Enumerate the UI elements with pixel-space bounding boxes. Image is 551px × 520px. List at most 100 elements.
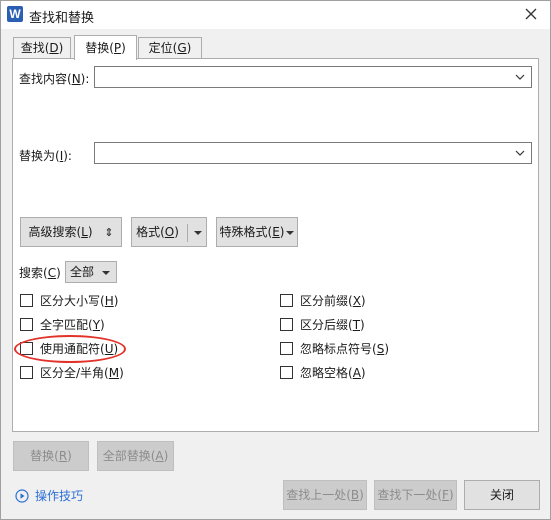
checkbox-whole-word[interactable]: 全字匹配(Y) [20, 317, 105, 333]
checkbox-match-prefix[interactable]: 区分前缀(X) [280, 293, 366, 309]
button-label: ) [87, 225, 93, 239]
checkbox-box[interactable] [280, 318, 293, 331]
button-label: ) [359, 488, 364, 502]
find-next-button[interactable]: 查找下一处(F) [374, 480, 457, 510]
checkbox-label: ) [360, 294, 366, 308]
close-icon [525, 8, 537, 20]
button-label: 查找上一处( [286, 488, 351, 502]
checkbox-box[interactable] [20, 366, 33, 379]
button-label: 特殊格式( [219, 225, 273, 239]
chevron-down-icon [515, 150, 525, 156]
checkbox-box[interactable] [280, 342, 293, 355]
tab-label: ) [58, 41, 64, 55]
close-button[interactable] [522, 5, 540, 23]
tab-label: ) [186, 41, 192, 55]
button-label: ) [174, 225, 179, 239]
checkbox-box[interactable] [280, 366, 293, 379]
checkbox-hotkey: M [108, 366, 120, 380]
label-hotkey: N [71, 72, 81, 86]
window-title: 查找和替换 [29, 11, 95, 26]
caret-down-icon [286, 230, 295, 235]
tab-hotkey: D [49, 41, 59, 55]
tab-label: 查找( [20, 41, 50, 55]
search-scope-select[interactable]: 全部 [65, 261, 117, 283]
checkbox-label: ) [360, 318, 365, 332]
find-previous-button[interactable]: 查找上一处(B) [283, 480, 367, 510]
button-label: ) [279, 225, 285, 239]
button-label: ) [67, 449, 72, 463]
button-hotkey: E [272, 225, 280, 239]
checkbox-ignore-punctuation[interactable]: 忽略标点符号(S) [280, 341, 389, 357]
title-bar: W 查找和替换 [1, 1, 550, 29]
button-label: 全部替换( [102, 449, 156, 463]
checkbox-match-suffix[interactable]: 区分后缀(T) [280, 317, 365, 333]
checkbox-label: 区分前缀( [300, 294, 353, 308]
replace-button[interactable]: 替换(R) [13, 441, 89, 471]
checkbox-hotkey: X [352, 294, 361, 308]
replace-with-label: 替换为(I): [19, 147, 72, 164]
checkbox-box[interactable] [20, 294, 33, 307]
button-hotkey: A [155, 449, 164, 463]
find-replace-dialog: W 查找和替换 查找(D) 替换(P) 定位(G) 查找内容(N): 替换为(I… [0, 0, 551, 520]
expand-collapse-icon: ⇕ [104, 226, 114, 239]
button-label: 格式( [136, 225, 165, 239]
checkbox-hotkey: H [104, 294, 114, 308]
button-label: 替换( [30, 449, 59, 463]
tab-goto[interactable]: 定位(G) [138, 37, 202, 58]
button-label: 关闭 [489, 488, 514, 502]
label-text: 搜索( [19, 266, 48, 280]
checkbox-label: 忽略空格( [300, 366, 353, 380]
checkbox-label: 忽略标点符号( [300, 342, 377, 356]
checkbox-box[interactable] [20, 318, 33, 331]
checkbox-label: 区分全/半角( [40, 366, 109, 380]
tab-label: ) [121, 41, 126, 55]
advanced-search-button[interactable]: 高级搜索(L) ⇕ [20, 217, 122, 247]
label-hotkey: C [47, 266, 57, 280]
find-what-label: 查找内容(N): [19, 70, 89, 87]
button-hotkey: O [164, 225, 175, 239]
wps-writer-icon: W [7, 6, 23, 22]
tab-find[interactable]: 查找(D) [13, 37, 71, 58]
button-label: ) [448, 488, 454, 502]
checkbox-label: 区分大小写( [40, 294, 105, 308]
replace-all-button[interactable]: 全部替换(A) [97, 441, 174, 471]
find-what-input[interactable] [94, 66, 532, 88]
checkbox-label: ) [119, 366, 124, 380]
format-button[interactable]: 格式(O) [131, 217, 207, 247]
tab-replace[interactable]: 替换(P) [74, 35, 137, 60]
checkbox-box[interactable] [280, 294, 293, 307]
checkbox-label: 区分后缀( [300, 318, 353, 332]
annotation-circle [14, 335, 126, 363]
replace-with-input[interactable] [94, 142, 532, 164]
label-text: 替换为( [19, 149, 60, 163]
checkbox-match-case[interactable]: 区分大小写(H) [20, 293, 118, 309]
label-text: 查找内容( [19, 72, 72, 86]
tab-hotkey: G [177, 41, 187, 55]
checkbox-full-half-width[interactable]: 区分全/半角(M) [20, 365, 124, 381]
label-text: ): [63, 149, 72, 163]
label-text: ) [56, 266, 61, 280]
checkbox-label: ) [384, 342, 389, 356]
checkbox-hotkey: Y [92, 318, 101, 332]
search-scope-label: 搜索(C) [19, 264, 61, 281]
play-circle-icon [15, 489, 29, 503]
button-hotkey: F [442, 488, 449, 502]
checkbox-label: ) [360, 366, 366, 380]
label-text: ): [80, 72, 90, 86]
divider [186, 223, 188, 242]
button-hotkey: B [350, 488, 360, 502]
checkbox-hotkey: T [352, 318, 361, 332]
button-label: ) [163, 449, 169, 463]
special-format-button[interactable]: 特殊格式(E) [216, 217, 298, 247]
button-label: 高级搜索( [28, 225, 82, 239]
close-dialog-button[interactable]: 关闭 [464, 480, 540, 510]
checkbox-label: 全字匹配( [40, 318, 93, 332]
tab-label: 定位( [148, 41, 178, 55]
replace-panel: 查找内容(N): 替换为(I): 高级搜索(L) ⇕ 格式(O) 特殊格式(E) [12, 58, 539, 432]
tips-link[interactable]: 操作技巧 [15, 487, 83, 503]
checkbox-ignore-spaces[interactable]: 忽略空格(A) [280, 365, 366, 381]
checkbox-hotkey: A [352, 366, 361, 380]
checkbox-label: ) [100, 318, 105, 332]
tab-label: 替换( [85, 41, 114, 55]
search-scope-value: 全部 [70, 265, 95, 279]
